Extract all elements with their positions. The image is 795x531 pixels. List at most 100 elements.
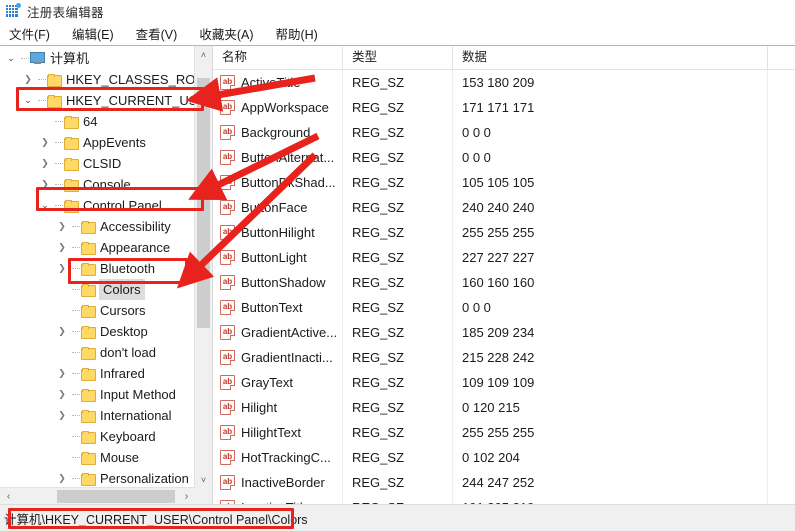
chevron-right-icon[interactable]: ❯: [55, 474, 69, 483]
tree-item-cursors[interactable]: Cursors: [0, 300, 195, 321]
tree-hscroll-track[interactable]: [17, 488, 178, 505]
tree-connector: [69, 237, 81, 258]
chevron-right-icon[interactable]: ❯: [55, 243, 69, 252]
menu-item-help[interactable]: 帮助(H): [275, 22, 326, 45]
value-name-label: InactiveBorder: [241, 475, 325, 490]
menu-item-view[interactable]: 查看(V): [136, 22, 187, 45]
chevron-down-icon[interactable]: ⌄: [21, 96, 35, 105]
tree-item-accessibility[interactable]: ❯ Accessibility: [0, 216, 195, 237]
value-type-cell: REG_SZ: [343, 95, 453, 120]
tree-item-clsid[interactable]: ❯ CLSID: [0, 153, 195, 174]
tree-connector: [69, 258, 81, 279]
menu-item-file[interactable]: 文件(F): [9, 22, 59, 45]
value-row[interactable]: ab GradientInacti... REG_SZ 215 228 242: [213, 345, 795, 370]
value-row[interactable]: ab HotTrackingC... REG_SZ 0 102 204: [213, 445, 795, 470]
tree-item-input-method[interactable]: ❯ Input Method: [0, 384, 195, 405]
value-name-label: ButtonFace: [241, 200, 308, 215]
ab-string-icon: ab: [220, 200, 235, 215]
tree-item-mouse[interactable]: Mouse: [0, 447, 195, 468]
tree-item-bluetooth[interactable]: ❯ Bluetooth: [0, 258, 195, 279]
value-data-cell: 160 160 160: [453, 270, 768, 295]
value-name-label: GradientActive...: [241, 325, 338, 340]
tree-item-label: Appearance: [100, 240, 171, 255]
tree-item-64[interactable]: 64: [0, 111, 195, 132]
value-type-cell: REG_SZ: [343, 245, 453, 270]
tree-item-colors[interactable]: Colors: [0, 279, 195, 300]
values-column-header[interactable]: 名称 类型 数据: [213, 46, 795, 70]
column-header-type[interactable]: 类型: [343, 46, 453, 69]
value-row[interactable]: ab GrayText REG_SZ 109 109 109: [213, 370, 795, 395]
tree-item-control-panel[interactable]: ⌄ Control Panel: [0, 195, 195, 216]
value-row[interactable]: ab ButtonDkShad... REG_SZ 105 105 105: [213, 170, 795, 195]
folder-icon: [64, 178, 79, 192]
tree-item--[interactable]: ⌄ 计算机: [0, 48, 195, 69]
chevron-right-icon[interactable]: ❯: [38, 159, 52, 168]
values-list[interactable]: ab ActiveTitle REG_SZ 153 180 209 ab AppWorks…: [213, 70, 795, 505]
scroll-left-icon[interactable]: ‹: [0, 491, 17, 502]
chevron-right-icon[interactable]: ❯: [55, 264, 69, 273]
value-name-cell: ab Background: [213, 120, 343, 145]
tree-item-label: AppEvents: [83, 135, 146, 150]
chevron-down-icon[interactable]: ⌄: [38, 201, 52, 210]
chevron-right-icon[interactable]: ❯: [55, 390, 69, 399]
menu-item-favorites[interactable]: 收藏夹(A): [199, 22, 262, 45]
tree-vertical-scrollbar[interactable]: ˄ ˅: [194, 46, 212, 488]
value-row[interactable]: ab ButtonFace REG_SZ 240 240 240: [213, 195, 795, 220]
tree-item-console[interactable]: ❯ Console: [0, 174, 195, 195]
value-type-cell: REG_SZ: [343, 370, 453, 395]
ab-string-icon: ab: [220, 75, 235, 90]
tree-item-appevents[interactable]: ❯ AppEvents: [0, 132, 195, 153]
chevron-right-icon[interactable]: ❯: [55, 222, 69, 231]
value-name-cell: ab ButtonHilight: [213, 220, 343, 245]
chevron-down-icon[interactable]: ⌄: [4, 54, 18, 63]
value-row[interactable]: ab ButtonHilight REG_SZ 255 255 255: [213, 220, 795, 245]
menu-item-edit[interactable]: 编辑(E): [72, 22, 123, 45]
tree-item-keyboard[interactable]: Keyboard: [0, 426, 195, 447]
tree-item-hkey-current-user[interactable]: ⌄ HKEY_CURRENT_USER: [0, 90, 195, 111]
tree-item-infrared[interactable]: ❯ Infrared: [0, 363, 195, 384]
chevron-right-icon[interactable]: ❯: [21, 75, 35, 84]
chevron-right-icon[interactable]: ❯: [38, 180, 52, 189]
tree-item-appearance[interactable]: ❯ Appearance: [0, 237, 195, 258]
window-title: 注册表编辑器: [27, 5, 104, 20]
scroll-down-icon[interactable]: ˅: [195, 471, 212, 488]
chevron-right-icon[interactable]: ❯: [55, 327, 69, 336]
value-name-cell: ab GradientInacti...: [213, 345, 343, 370]
tree-item-don-t-load[interactable]: don't load: [0, 342, 195, 363]
value-row[interactable]: ab ActiveTitle REG_SZ 153 180 209: [213, 70, 795, 95]
value-name-cell: ab ButtonLight: [213, 245, 343, 270]
value-row[interactable]: ab InactiveBorder REG_SZ 244 247 252: [213, 470, 795, 495]
value-row[interactable]: ab GradientActive... REG_SZ 185 209 234: [213, 320, 795, 345]
chevron-right-icon[interactable]: ❯: [38, 138, 52, 147]
chevron-right-icon[interactable]: ❯: [55, 411, 69, 420]
ab-string-icon: ab: [220, 300, 235, 315]
value-row[interactable]: ab Hilight REG_SZ 0 120 215: [213, 395, 795, 420]
registry-tree[interactable]: ⌄ 计算机 ❯ HKEY_CLASSES_ROOT ⌄ HKEY_CURRENT_USER…: [0, 46, 195, 488]
value-row[interactable]: ab ButtonLight REG_SZ 227 227 227: [213, 245, 795, 270]
value-row[interactable]: ab AppWorkspace REG_SZ 171 171 171: [213, 95, 795, 120]
scroll-up-icon[interactable]: ˄: [195, 46, 212, 63]
value-row[interactable]: ab ButtonAlternat... REG_SZ 0 0 0: [213, 145, 795, 170]
tree-item-personalization[interactable]: ❯ Personalization: [0, 468, 195, 488]
tree-connector: [69, 384, 81, 405]
ab-string-icon: ab: [220, 150, 235, 165]
folder-icon: [81, 325, 96, 339]
tree-item-international[interactable]: ❯ International: [0, 405, 195, 426]
column-header-data[interactable]: 数据: [453, 46, 768, 69]
tree-item-hkey-classes-root[interactable]: ❯ HKEY_CLASSES_ROOT: [0, 69, 195, 90]
folder-icon: [81, 262, 96, 276]
value-row[interactable]: ab ButtonShadow REG_SZ 160 160 160: [213, 270, 795, 295]
value-row[interactable]: ab ButtonText REG_SZ 0 0 0: [213, 295, 795, 320]
value-row[interactable]: ab HilightText REG_SZ 255 255 255: [213, 420, 795, 445]
scroll-right-icon[interactable]: ›: [178, 491, 195, 502]
value-data-cell: 171 171 171: [453, 95, 768, 120]
tree-horizontal-scrollbar[interactable]: ‹ ›: [0, 487, 195, 505]
tree-connector: [52, 132, 64, 153]
tree-hscroll-thumb[interactable]: [57, 490, 175, 503]
value-name-cell: ab ButtonText: [213, 295, 343, 320]
tree-item-desktop[interactable]: ❯ Desktop: [0, 321, 195, 342]
tree-vscroll-thumb[interactable]: [197, 78, 210, 328]
value-row[interactable]: ab Background REG_SZ 0 0 0: [213, 120, 795, 145]
chevron-right-icon[interactable]: ❯: [55, 369, 69, 378]
column-header-name[interactable]: 名称: [213, 46, 343, 69]
